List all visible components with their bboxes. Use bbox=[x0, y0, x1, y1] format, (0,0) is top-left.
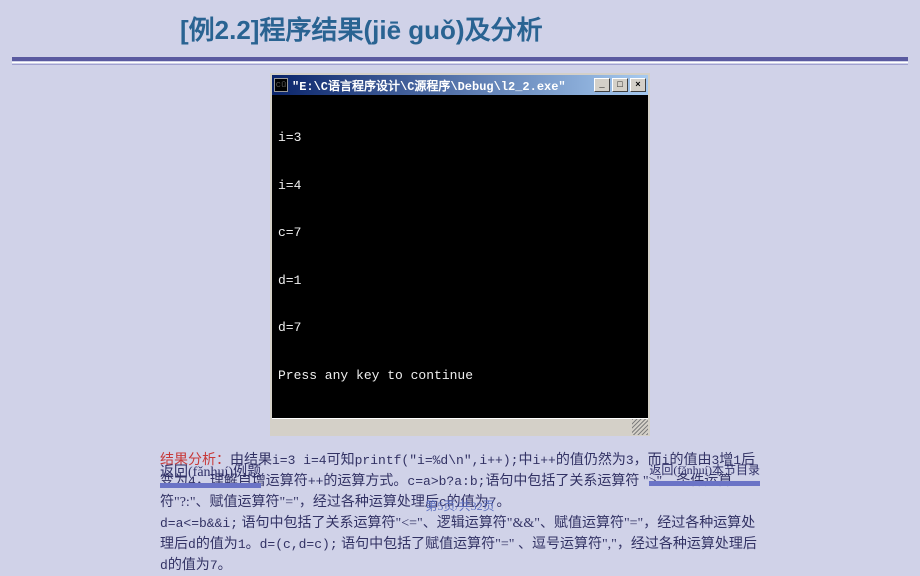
title-pinyin: (jiē guǒ) bbox=[363, 15, 464, 45]
slide-header: [例2.2]程序结果(jiē guǒ)及分析 bbox=[0, 0, 920, 53]
term-line: Press any key to continue bbox=[278, 367, 642, 385]
term-line: i=4 bbox=[278, 177, 642, 195]
page-title: [例2.2]程序结果(jiē guǒ)及分析 bbox=[180, 15, 543, 45]
statusbar bbox=[272, 418, 648, 434]
term-line: d=1 bbox=[278, 272, 642, 290]
app-icon: cū bbox=[274, 78, 288, 92]
nav-links: 返回(fǎnhuí)例题 返回(fǎnhuí)本节目录 bbox=[160, 461, 760, 488]
title-prefix: [例2.2]程序结果 bbox=[180, 15, 363, 45]
titlebar-text: "E:\C语言程序设计\C源程序\Debug\l2_2.exe" bbox=[292, 77, 594, 94]
window-frame: cū "E:\C语言程序设计\C源程序\Debug\l2_2.exe" _ □ … bbox=[270, 73, 650, 436]
term-line: i=3 bbox=[278, 129, 642, 147]
titlebar: cū "E:\C语言程序设计\C源程序\Debug\l2_2.exe" _ □ … bbox=[272, 75, 648, 95]
term-line: c=7 bbox=[278, 224, 642, 242]
resize-grip-icon bbox=[632, 419, 648, 435]
window-buttons: _ □ × bbox=[594, 78, 646, 92]
terminal-output: i=3 i=4 c=7 d=1 d=7 Press any key to con… bbox=[272, 95, 648, 418]
close-button[interactable]: × bbox=[630, 78, 646, 92]
term-line: d=7 bbox=[278, 319, 642, 337]
header-rule bbox=[12, 57, 908, 65]
maximize-button[interactable]: □ bbox=[612, 78, 628, 92]
page-indicator: 第5页/共32页 bbox=[0, 497, 920, 514]
link-back-example[interactable]: 返回(fǎnhuí)例题 bbox=[160, 461, 261, 488]
link-back-toc[interactable]: 返回(fǎnhuí)本节目录 bbox=[649, 461, 760, 488]
minimize-button[interactable]: _ bbox=[594, 78, 610, 92]
console-screenshot: cū "E:\C语言程序设计\C源程序\Debug\l2_2.exe" _ □ … bbox=[0, 73, 920, 436]
title-suffix: 及分析 bbox=[465, 15, 543, 45]
